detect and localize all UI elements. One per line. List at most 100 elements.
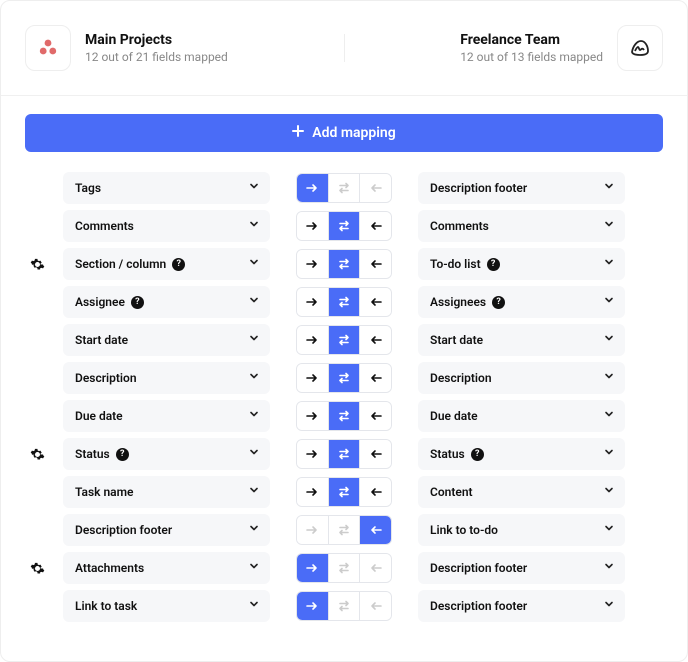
- dir-right-button[interactable]: [297, 174, 328, 202]
- dir-both-button[interactable]: [328, 288, 360, 316]
- row-settings-button[interactable]: [25, 556, 49, 580]
- row-settings-button[interactable]: [25, 442, 49, 466]
- row-settings-empty: [25, 480, 49, 504]
- dir-both-button[interactable]: [328, 402, 360, 430]
- add-mapping-button[interactable]: Add mapping: [25, 114, 663, 152]
- right-field-select[interactable]: Link to to-do: [418, 514, 625, 546]
- dir-right-button[interactable]: [297, 402, 328, 430]
- left-field-select[interactable]: Comments: [63, 210, 270, 242]
- header-left: Main Projects 12 out of 21 fields mapped: [25, 25, 324, 71]
- mapping-row: Status?Status?: [25, 438, 663, 470]
- right-field-select[interactable]: Start date: [418, 324, 625, 356]
- left-field-select[interactable]: Start date: [63, 324, 270, 356]
- direction-toggle: [296, 211, 392, 241]
- asana-icon: [25, 25, 71, 71]
- dir-both-button[interactable]: [328, 326, 360, 354]
- direction-cell: [284, 515, 404, 545]
- left-field-select[interactable]: Task name: [63, 476, 270, 508]
- left-field-label: Description footer: [75, 523, 172, 537]
- header-right-text: Freelance Team 12 out of 13 fields mappe…: [460, 32, 603, 64]
- left-field-label: Status: [75, 447, 110, 461]
- right-field-label: To-do list: [430, 257, 481, 271]
- dir-right-button[interactable]: [297, 592, 328, 620]
- dir-left-button[interactable]: [359, 364, 391, 392]
- dir-both-button[interactable]: [328, 440, 360, 468]
- direction-cell: [284, 553, 404, 583]
- help-icon: ?: [131, 296, 144, 309]
- left-field-select[interactable]: Status?: [63, 438, 270, 470]
- divider: [1, 95, 687, 96]
- dir-both-button: [328, 592, 360, 620]
- row-settings-empty: [25, 594, 49, 618]
- dir-left-button[interactable]: [359, 212, 391, 240]
- chevron-down-icon: [603, 218, 615, 234]
- row-settings-empty: [25, 518, 49, 542]
- dir-right-button[interactable]: [297, 364, 328, 392]
- chevron-down-icon: [248, 522, 260, 538]
- left-field-select[interactable]: Assignee?: [63, 286, 270, 318]
- left-field-select[interactable]: Description: [63, 362, 270, 394]
- chevron-down-icon: [603, 560, 615, 576]
- left-field-label: Start date: [75, 333, 128, 347]
- chevron-down-icon: [248, 484, 260, 500]
- dir-right-button[interactable]: [297, 288, 328, 316]
- right-field-select[interactable]: Description: [418, 362, 625, 394]
- row-trailing-empty: [639, 518, 663, 542]
- dir-right-button[interactable]: [297, 326, 328, 354]
- mapping-row: Due date Due date: [25, 400, 663, 432]
- direction-toggle: [296, 401, 392, 431]
- direction-cell: [284, 439, 404, 469]
- direction-toggle: [296, 553, 392, 583]
- chevron-down-icon: [603, 180, 615, 196]
- dir-left-button[interactable]: [359, 250, 391, 278]
- left-field-select[interactable]: Tags: [63, 172, 270, 204]
- right-field-label: Comments: [430, 219, 489, 233]
- dir-right-button[interactable]: [297, 440, 328, 468]
- right-field-label: Description footer: [430, 181, 527, 195]
- dir-right-button[interactable]: [297, 212, 328, 240]
- mapping-row: Link to task Description footer: [25, 590, 663, 622]
- dir-both-button[interactable]: [328, 478, 360, 506]
- mapping-row: Comments Comments: [25, 210, 663, 242]
- dir-right-button[interactable]: [297, 554, 328, 582]
- right-field-select[interactable]: Description footer: [418, 552, 625, 584]
- left-field-select[interactable]: Link to task: [63, 590, 270, 622]
- right-field-label: Description: [430, 371, 492, 385]
- dir-both-button[interactable]: [328, 250, 360, 278]
- right-field-select[interactable]: Content: [418, 476, 625, 508]
- dir-left-button[interactable]: [359, 326, 391, 354]
- left-field-label: Assignee: [75, 295, 125, 309]
- left-field-select[interactable]: Attachments: [63, 552, 270, 584]
- dir-right-button[interactable]: [297, 250, 328, 278]
- right-field-select[interactable]: Assignees?: [418, 286, 625, 318]
- right-field-label: Content: [430, 485, 473, 499]
- dir-both-button[interactable]: [328, 364, 360, 392]
- left-field-select[interactable]: Due date: [63, 400, 270, 432]
- dir-left-button[interactable]: [359, 440, 391, 468]
- dir-left-button[interactable]: [359, 478, 391, 506]
- dir-left-button[interactable]: [359, 402, 391, 430]
- row-settings-empty: [25, 176, 49, 200]
- help-icon: ?: [116, 448, 129, 461]
- left-field-select[interactable]: Section / column?: [63, 248, 270, 280]
- dir-left-button[interactable]: [359, 288, 391, 316]
- chevron-down-icon: [603, 294, 615, 310]
- row-settings-button[interactable]: [25, 252, 49, 276]
- dir-left-button[interactable]: [359, 516, 391, 544]
- dir-both-button: [328, 516, 360, 544]
- direction-cell: [284, 363, 404, 393]
- right-field-select[interactable]: Comments: [418, 210, 625, 242]
- right-field-select[interactable]: To-do list?: [418, 248, 625, 280]
- right-field-select[interactable]: Due date: [418, 400, 625, 432]
- mapping-row: Section / column? To-do list?: [25, 248, 663, 280]
- row-trailing-empty: [639, 404, 663, 428]
- dir-right-button[interactable]: [297, 478, 328, 506]
- chevron-down-icon: [603, 522, 615, 538]
- right-field-select[interactable]: Status?: [418, 438, 625, 470]
- dir-both-button[interactable]: [328, 212, 360, 240]
- right-field-select[interactable]: Description footer: [418, 590, 625, 622]
- direction-toggle: [296, 249, 392, 279]
- right-field-select[interactable]: Description footer: [418, 172, 625, 204]
- left-field-select[interactable]: Description footer: [63, 514, 270, 546]
- row-trailing-empty: [639, 290, 663, 314]
